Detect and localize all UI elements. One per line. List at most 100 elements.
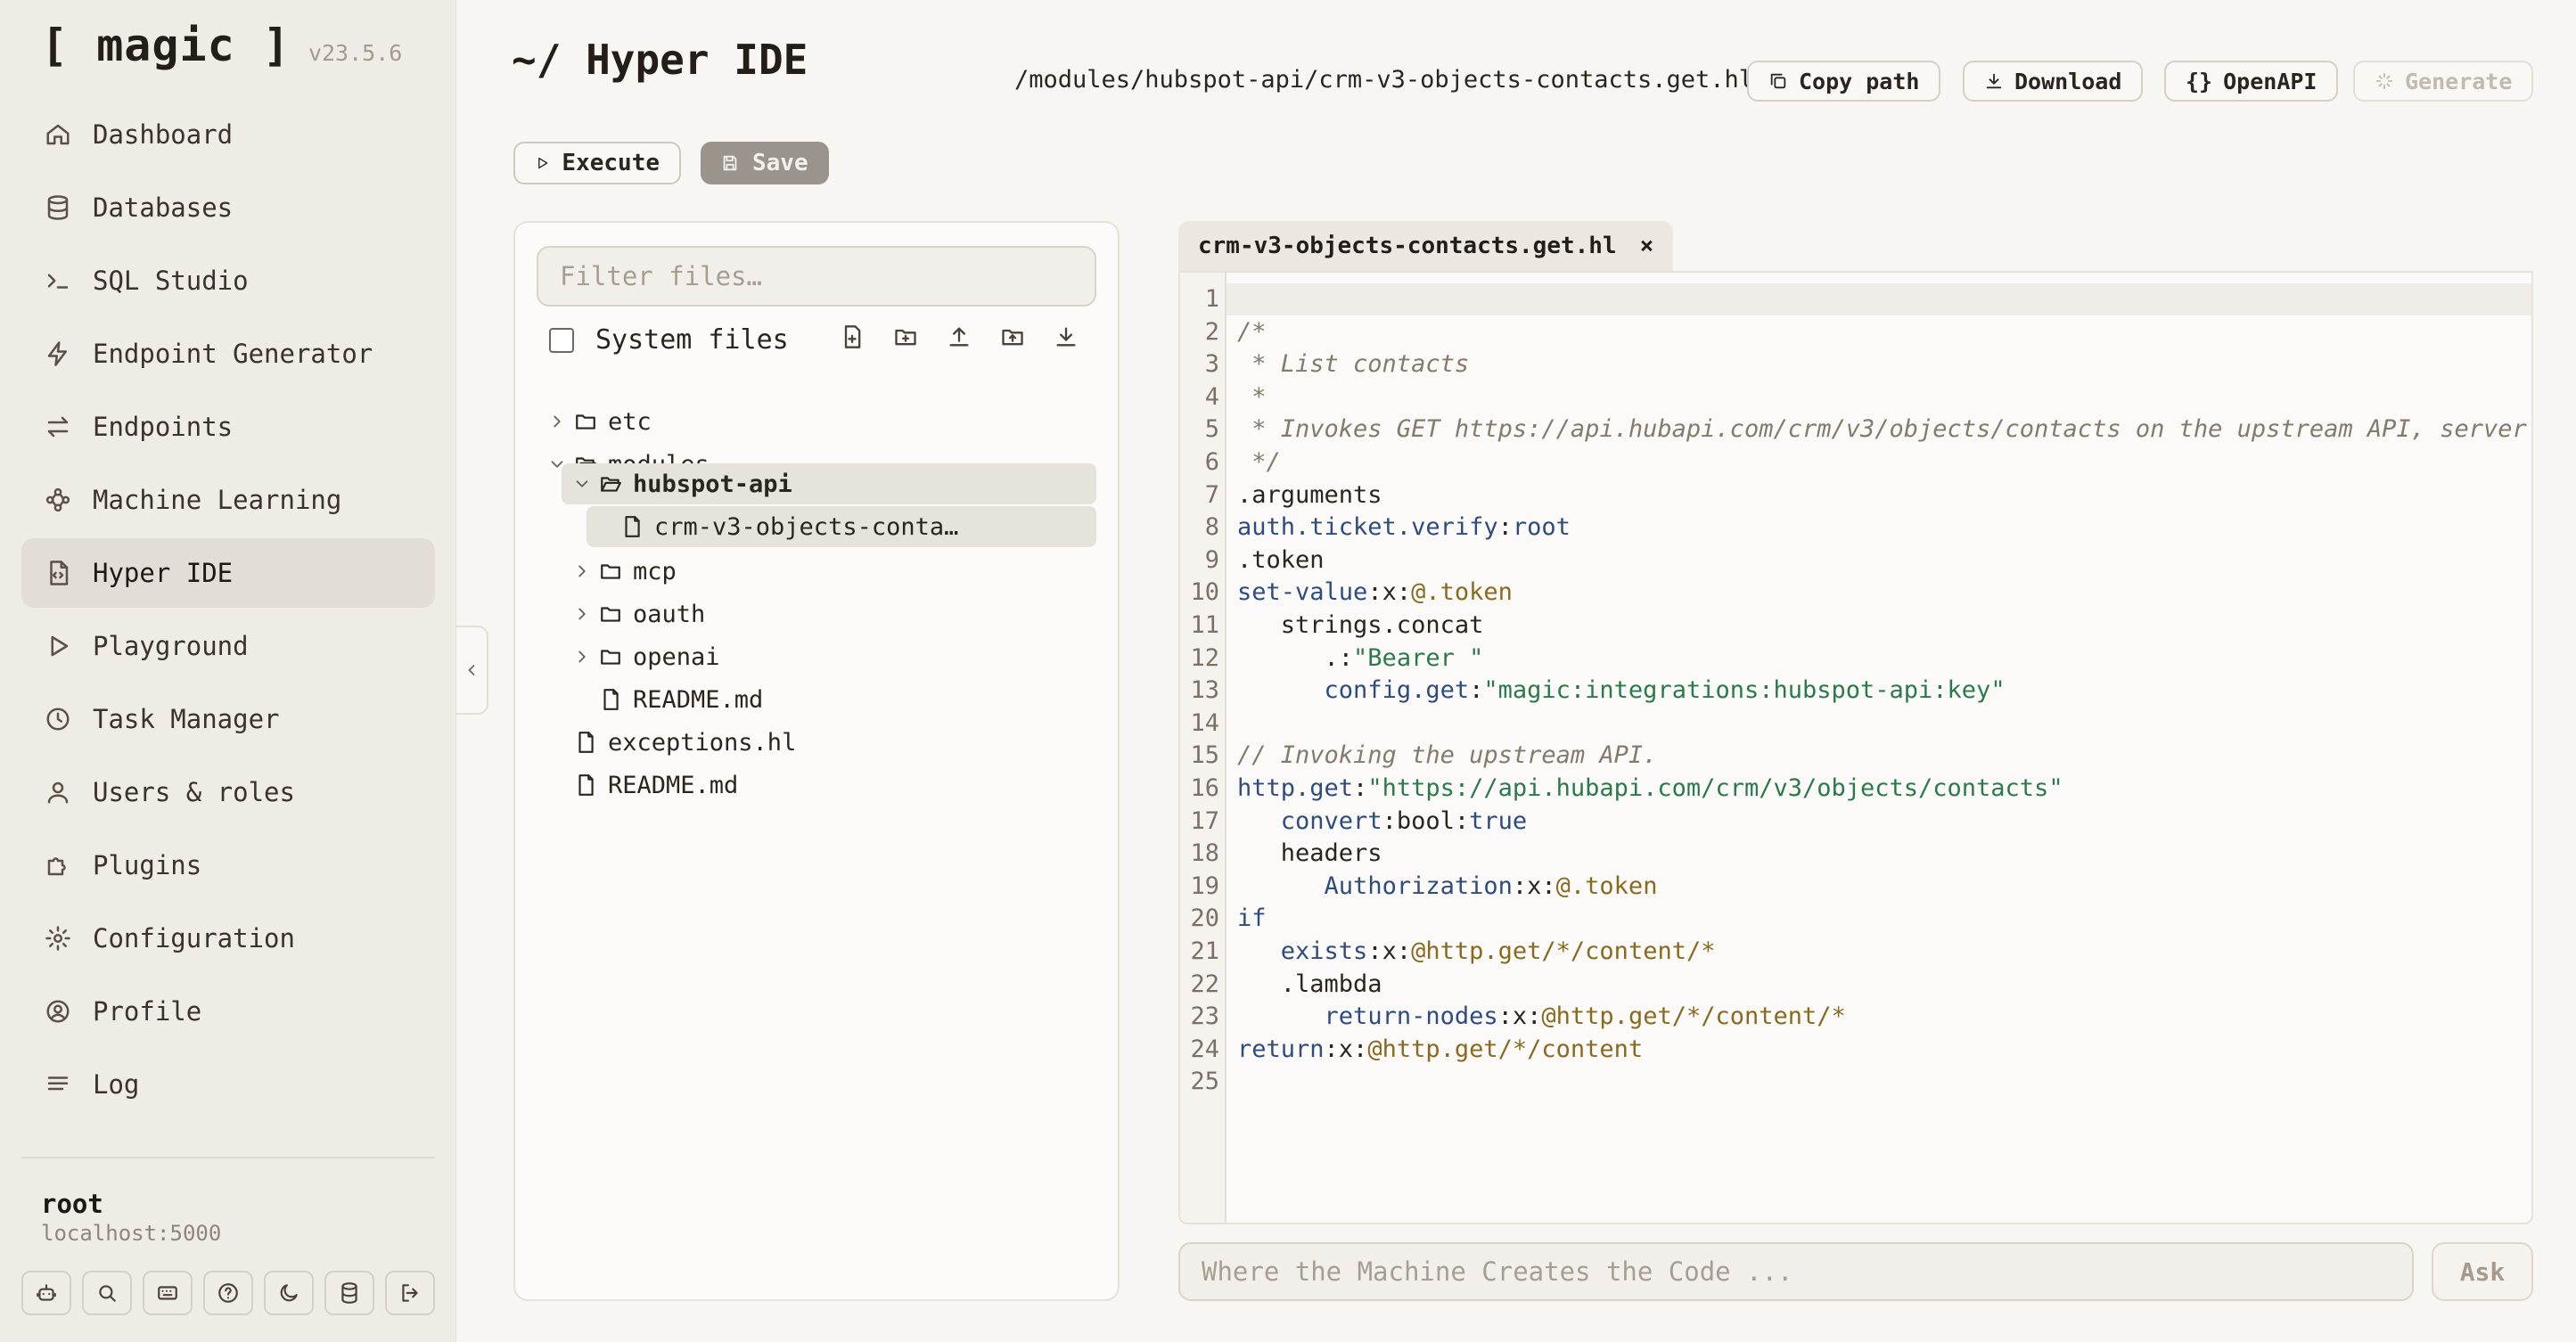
sidebar: [ magic ] v23.5.6 Dashboard Databases SQ… xyxy=(0,0,456,1342)
new-file-icon[interactable] xyxy=(840,324,865,349)
search-icon xyxy=(99,1285,116,1302)
nav-item-playground[interactable]: Playground xyxy=(21,611,435,681)
tree-folder-mcp[interactable]: mcp xyxy=(572,551,677,592)
robot-icon xyxy=(37,1284,56,1301)
chevron-right-icon xyxy=(578,608,586,620)
user-icon xyxy=(47,781,69,804)
system-files-toggle[interactable]: System files xyxy=(549,324,789,356)
search-button[interactable] xyxy=(82,1271,132,1315)
code-line: return-nodes:x:@http.get/*/content/* xyxy=(1324,1002,1846,1031)
code-line: return:x:@http.get/*/content xyxy=(1237,1035,1644,1063)
tree-file-readme-root[interactable]: README.md xyxy=(574,765,738,806)
code-line: headers xyxy=(1237,839,1382,868)
line-number: 17 xyxy=(1190,806,1219,835)
editor-tab-label: crm-v3-objects-contacts.get.hl xyxy=(1198,233,1617,259)
logout-button[interactable] xyxy=(385,1271,435,1315)
generate-label: Generate xyxy=(2405,68,2513,94)
brand-logo[interactable]: [ magic ] xyxy=(41,20,291,71)
network-icon xyxy=(45,487,70,512)
puzzle-icon xyxy=(47,857,66,876)
tree-folder-etc[interactable]: etc xyxy=(547,401,652,442)
tree-folder-oauth[interactable]: oauth xyxy=(572,593,705,634)
system-files-checkbox[interactable] xyxy=(549,327,574,353)
robot-button[interactable] xyxy=(21,1271,71,1315)
nav-item-label: Endpoint Generator xyxy=(93,339,373,369)
nav-item-configuration[interactable]: Configuration xyxy=(21,904,435,973)
generate-button[interactable]: Generate xyxy=(2353,61,2534,102)
tree-file-readme-modules[interactable]: README.md xyxy=(599,679,763,720)
new-folder-icon[interactable] xyxy=(893,324,918,349)
code-line: .lambda xyxy=(1237,970,1382,998)
download-icon[interactable] xyxy=(1054,324,1079,349)
upload-icon[interactable] xyxy=(947,324,972,349)
brand: [ magic ] v23.5.6 xyxy=(41,20,402,71)
upload-folder-icon[interactable] xyxy=(1000,324,1025,349)
nav-item-databases[interactable]: Databases xyxy=(21,173,435,242)
ask-input[interactable] xyxy=(1178,1242,2414,1301)
database-button[interactable] xyxy=(324,1271,374,1315)
nav-item-hyper-ide[interactable]: Hyper IDE xyxy=(21,538,435,608)
nav-item-endpoint-generator[interactable]: Endpoint Generator xyxy=(21,319,435,389)
ask-button[interactable]: Ask xyxy=(2432,1242,2533,1301)
line-number: 1 xyxy=(1204,285,1219,313)
line-number: 4 xyxy=(1204,382,1219,411)
download-button[interactable]: Download xyxy=(1963,61,2144,102)
close-icon[interactable]: × xyxy=(1640,233,1654,259)
nav-item-log[interactable]: Log xyxy=(21,1050,435,1119)
nav-item-users-roles[interactable]: Users & roles xyxy=(21,757,435,827)
play-icon xyxy=(51,635,69,657)
code-editor[interactable]: 1 2 3 4 5 6 7 8 9 10 11 12 13 14 15 16 17 18 19 20 21 22 23 24 2… xyxy=(1178,271,2533,1224)
keyboard-icon xyxy=(158,1286,177,1300)
gear-icon xyxy=(45,926,70,951)
download-label: Download xyxy=(2014,68,2122,94)
folder-open-icon xyxy=(601,477,621,492)
filter-files-input[interactable] xyxy=(537,246,1096,307)
nav-item-label: Configuration xyxy=(93,923,295,953)
nav-item-label: Profile xyxy=(93,996,202,1027)
nav-item-machine-learning[interactable]: Machine Learning xyxy=(21,465,435,535)
nav-item-endpoints[interactable]: Endpoints xyxy=(21,392,435,462)
nav-item-label: Plugins xyxy=(93,850,202,880)
tree-folder-hubspot-api[interactable]: hubspot-api xyxy=(562,463,1096,504)
line-number: 5 xyxy=(1204,415,1219,444)
keyboard-button[interactable] xyxy=(143,1271,193,1315)
tree-file-crm-v3-objects-contacts[interactable]: crm-v3-objects-conta… xyxy=(587,506,1096,547)
line-number: 13 xyxy=(1190,676,1219,705)
line-number: 20 xyxy=(1190,904,1219,933)
copy-path-button[interactable]: Copy path xyxy=(1747,61,1941,102)
code-line: set-value:x:@.token xyxy=(1237,578,1513,607)
moon-icon xyxy=(280,1284,298,1302)
nav-item-label: Log xyxy=(93,1069,140,1100)
openapi-button[interactable]: {} OpenAPI xyxy=(2164,61,2339,102)
nav-item-profile[interactable]: Profile xyxy=(21,977,435,1046)
braces-icon: {} xyxy=(2186,68,2213,94)
theme-button[interactable] xyxy=(264,1271,314,1315)
nav-item-label: Machine Learning xyxy=(93,485,342,515)
main-nav: Dashboard Databases SQL Studio Endpoint … xyxy=(21,100,435,1123)
line-number: 23 xyxy=(1190,1002,1219,1031)
nav-item-plugins[interactable]: Plugins xyxy=(21,831,435,900)
tree-item-label: crm-v3-objects-conta… xyxy=(654,512,959,541)
execute-button[interactable]: Execute xyxy=(513,142,681,184)
tree-file-exceptions[interactable]: exceptions.hl xyxy=(574,722,796,763)
help-button[interactable] xyxy=(203,1271,253,1315)
line-number: 19 xyxy=(1190,871,1219,900)
line-number: 18 xyxy=(1190,839,1219,868)
tree-folder-openai[interactable]: openai xyxy=(572,636,720,677)
nav-item-sql-studio[interactable]: SQL Studio xyxy=(21,246,435,315)
code-line: config.get:"magic:integrations:hubspot-a… xyxy=(1324,676,2006,705)
sidebar-collapse-toggle[interactable] xyxy=(456,626,488,715)
tree-item-label: mcp xyxy=(633,557,677,585)
nav-item-dashboard[interactable]: Dashboard xyxy=(21,100,435,169)
execute-label: Execute xyxy=(562,150,660,176)
line-number: 3 xyxy=(1204,350,1219,379)
database-icon xyxy=(47,195,69,220)
line-number: 25 xyxy=(1190,1068,1219,1096)
nav-item-task-manager[interactable]: Task Manager xyxy=(21,684,435,754)
nav-item-label: SQL Studio xyxy=(93,266,249,296)
editor-tab[interactable]: crm-v3-objects-contacts.get.hl × xyxy=(1178,221,1674,271)
nav-item-label: Users & roles xyxy=(93,777,295,807)
tree-item-label: hubspot-api xyxy=(633,470,792,498)
line-number: 14 xyxy=(1190,708,1219,737)
save-button[interactable]: Save xyxy=(701,142,829,184)
